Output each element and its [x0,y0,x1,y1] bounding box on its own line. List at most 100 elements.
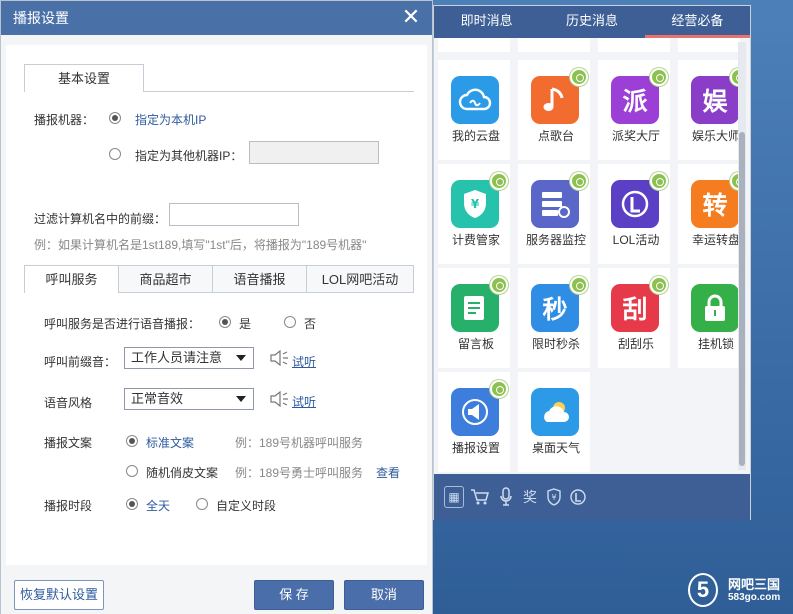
app-label: 刮刮乐 [617,337,654,351]
speaker-icon[interactable] [269,391,289,407]
cloud-icon [451,76,499,124]
app-bottom-toolbar: ▦ 奖 ¥ [434,474,750,520]
lock-icon [691,284,739,332]
app-center-panel: 即时消息 历史消息 经营必备 我的云盘 点歌台 派 派奖大厅 娱 娱乐大师 ¥ … [433,5,751,520]
tab-instant-messages[interactable]: 即时消息 [434,6,539,38]
watermark-url: 583go.com [728,592,781,603]
app-tile-lol-event[interactable]: LOL活动 [598,164,670,264]
app-label: 桌面天气 [531,441,580,455]
radio-custom-period[interactable] [196,498,208,510]
cancel-button[interactable]: 取消 [344,580,424,610]
voice-no-label[interactable]: 否 [304,315,316,332]
settings-badge-icon[interactable] [570,68,588,86]
award-icon[interactable]: 奖 [520,486,540,508]
call-prefix-value: 工作人员请注意 [131,350,223,365]
close-icon[interactable]: ✕ [400,6,422,28]
call-prefix-label: 呼叫前缀音： [44,355,117,369]
app-tab-bar: 即时消息 历史消息 经营必备 [434,6,750,38]
app-tile-broadcast-settings[interactable]: 播报设置 [438,372,510,472]
filter-prefix-label: 过滤计算机名中的前缀： [34,212,167,226]
settings-badge-icon[interactable] [490,172,508,190]
other-ip-option-label[interactable]: 指定为其他机器IP： [135,147,242,164]
radio-all-day[interactable] [126,498,138,510]
tab-voice-broadcast[interactable]: 语音播报 [213,266,307,293]
watermark-title: 网吧三国 [728,577,781,592]
app-tile-billing-manager[interactable]: ¥ 计费管家 [438,164,510,264]
weather-icon [531,388,579,436]
app-label: 限时秒杀 [531,337,580,351]
random-copy-example: 例：189号勇士呼叫服务 [235,466,364,480]
save-button[interactable]: 保 存 [254,580,334,610]
watermark-logo: 5 [688,573,718,607]
settings-badge-icon[interactable] [490,380,508,398]
speaker-icon[interactable] [269,350,289,366]
all-day-label[interactable]: 全天 [146,497,170,514]
broadcast-period-label: 播报时段 [44,499,93,513]
app-tile-lucky-wheel[interactable]: 转 幸运转盘 [678,164,740,264]
tab-goods-market[interactable]: 商品超市 [119,266,213,293]
app-tile-entertainment-master[interactable]: 娱 娱乐大师 [678,60,740,160]
random-copy-label[interactable]: 随机俏皮文案 [146,464,218,481]
view-copy-link[interactable]: 查看 [376,464,400,481]
radio-random-copy[interactable] [126,465,138,477]
settings-badge-icon[interactable] [650,172,668,190]
radio-voice-yes[interactable] [219,316,231,328]
settings-badge-icon[interactable] [570,172,588,190]
voice-broadcast-label: 呼叫服务是否进行语音播报： [44,317,201,331]
app-tile-scratch-card[interactable]: 刮 刮刮乐 [598,268,670,368]
tab-business-essentials[interactable]: 经营必备 [644,6,750,38]
machine-label: 播报机器： [34,113,95,127]
tab-call-service[interactable]: 呼叫服务 [25,266,119,293]
app-grid: 我的云盘 点歌台 派 派奖大厅 娱 娱乐大师 ¥ 计费管家 服务器监控 LOL活… [436,38,740,474]
radio-other-ip[interactable] [109,148,121,160]
app-tile-server-monitor[interactable]: 服务器监控 [518,164,590,264]
app-tile-desktop-weather[interactable]: 桌面天气 [518,372,590,472]
svg-text:¥: ¥ [551,493,556,502]
tab-history-messages[interactable]: 历史消息 [539,6,644,38]
settings-badge-icon[interactable] [490,276,508,294]
custom-period-label[interactable]: 自定义时段 [216,497,276,514]
chevron-down-icon [236,355,246,361]
other-ip-input[interactable] [249,141,379,164]
broadcast-copy-label: 播报文案 [44,436,93,450]
lol-icon[interactable] [568,486,588,508]
voice-style-select[interactable]: 正常音效 [124,388,254,410]
settings-badge-icon[interactable] [650,276,668,294]
radio-voice-no[interactable] [284,316,296,328]
tab-lol-event[interactable]: LOL网吧活动 [307,266,413,293]
preview-prefix-link[interactable]: 试听 [292,353,316,370]
app-tile-idle-lock[interactable]: 挂机锁 [678,268,740,368]
app-tile-message-board[interactable]: 留言板 [438,268,510,368]
call-prefix-select[interactable]: 工作人员请注意 [124,347,254,369]
app-tile-song-request[interactable]: 点歌台 [518,60,590,160]
tab-basic-settings[interactable]: 基本设置 [24,64,144,92]
radio-standard-copy[interactable] [126,435,138,447]
app-grid-scrollbar[interactable] [738,42,746,470]
app-tile-cloud-drive[interactable]: 我的云盘 [438,60,510,160]
app-label: 留言板 [457,337,494,351]
app-tile-flash-sale[interactable]: 秒 限时秒杀 [518,268,590,368]
filter-hint: 例：如果计算机名是1st189,填写"1st"后，将播报为"189号机器" [34,238,367,252]
app-label: 派奖大厅 [611,129,660,143]
standard-copy-label[interactable]: 标准文案 [146,434,194,451]
local-ip-option-label[interactable]: 指定为本机IP [135,111,206,128]
voice-yes-label[interactable]: 是 [239,315,251,332]
chevron-down-icon [236,396,246,402]
app-tile-award-hall[interactable]: 派 派奖大厅 [598,60,670,160]
filter-prefix-input[interactable] [169,203,299,226]
scrollbar-thumb[interactable] [739,132,745,466]
broadcast-settings-dialog: 播报设置 ✕ 基本设置 播报机器： 指定为本机IP 指定为其他机器IP： 过滤计… [0,0,433,614]
restore-defaults-button[interactable]: 恢复默认设置 [14,580,104,610]
billing-icon[interactable]: ▦ [444,486,464,508]
sub-tab-bar: 呼叫服务 商品超市 语音播报 LOL网吧活动 [24,265,414,293]
settings-badge-icon[interactable] [570,276,588,294]
radio-local-ip[interactable] [109,112,121,124]
cart-icon[interactable] [470,486,490,508]
mic-icon[interactable] [496,486,516,508]
app-label: 我的云盘 [451,129,500,143]
app-label: 服务器监控 [525,233,586,247]
preview-style-link[interactable]: 试听 [292,393,316,410]
settings-badge-icon[interactable] [650,68,668,86]
shield-yen-icon[interactable]: ¥ [544,486,564,508]
svg-text:¥: ¥ [471,197,480,211]
